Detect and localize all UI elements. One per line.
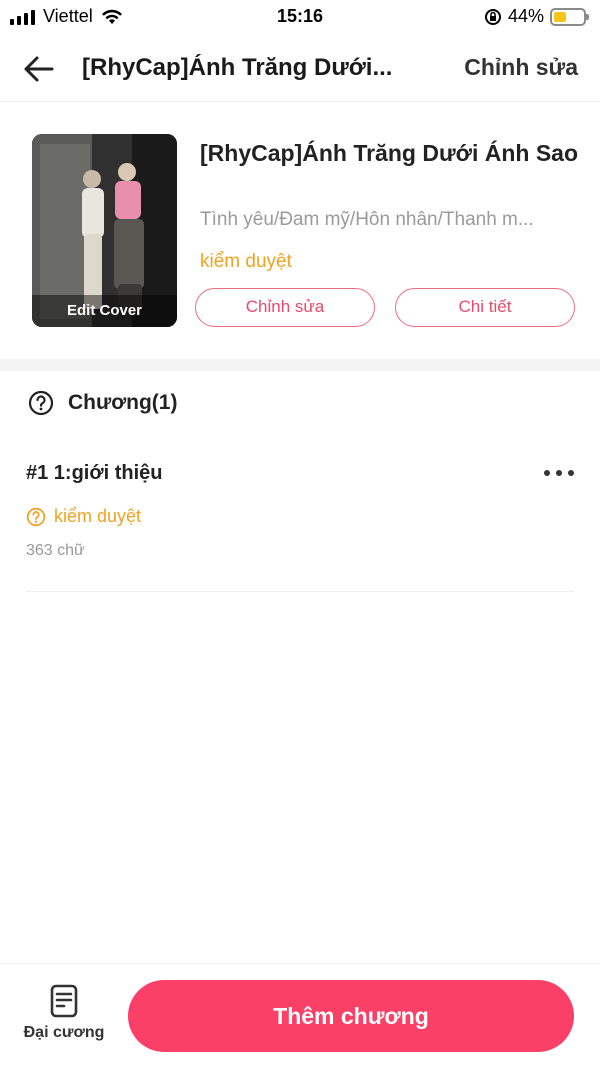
outline-label: Đại cương (23, 1024, 105, 1041)
chapter-status: kiểm duyệt (26, 506, 141, 527)
section-divider (0, 359, 600, 371)
question-circle-icon[interactable] (28, 390, 54, 416)
book-genres: Tình yêu/Đam mỹ/Hôn nhân/Thanh m... (200, 209, 534, 230)
book-card: Edit Cover [RhyCap]Ánh Trăng Dưới Ánh Sa… (0, 103, 600, 359)
chapter-word-count: 363 chữ (26, 542, 85, 559)
rotation-lock-icon (484, 8, 501, 25)
bottom-action-bar: Đại cương Thêm chương (0, 963, 600, 1068)
book-title: [RhyCap]Ánh Trăng Dưới Ánh Sao (200, 140, 579, 166)
book-detail-button[interactable]: Chi tiết (395, 288, 575, 327)
more-options-icon[interactable] (544, 470, 574, 476)
chapters-header: Chương(1) (28, 390, 177, 416)
status-bar: Viettel 15:16 44% (0, 0, 600, 36)
chapter-status-label: kiểm duyệt (54, 506, 142, 526)
chapter-title: #1 1:giới thiệu (26, 462, 163, 484)
add-chapter-button[interactable]: Thêm chương (128, 980, 574, 1052)
status-right: 44% (484, 6, 589, 27)
battery-percent: 44% (507, 6, 544, 26)
outline-button[interactable]: Đại cương (22, 984, 106, 1054)
chapter-item[interactable]: #1 1:giới thiệu kiểm duyệt 363 chữ (26, 440, 574, 592)
book-status: kiểm duyệt (200, 251, 292, 272)
edit-cover-label: Edit Cover (32, 295, 177, 327)
back-arrow-icon[interactable] (22, 52, 56, 86)
battery-icon (550, 7, 589, 26)
question-circle-icon (26, 507, 46, 526)
document-icon (50, 984, 78, 1018)
header-edit-button[interactable]: Chỉnh sửa (464, 54, 578, 81)
book-cover[interactable]: Edit Cover (32, 134, 177, 327)
edit-book-button[interactable]: Chỉnh sửa (195, 288, 375, 327)
top-nav-bar: [RhyCap]Ánh Trăng Dưới... Chỉnh sửa (0, 36, 600, 102)
chapters-heading: Chương(1) (68, 391, 178, 414)
page-title: [RhyCap]Ánh Trăng Dưới... (82, 54, 393, 81)
